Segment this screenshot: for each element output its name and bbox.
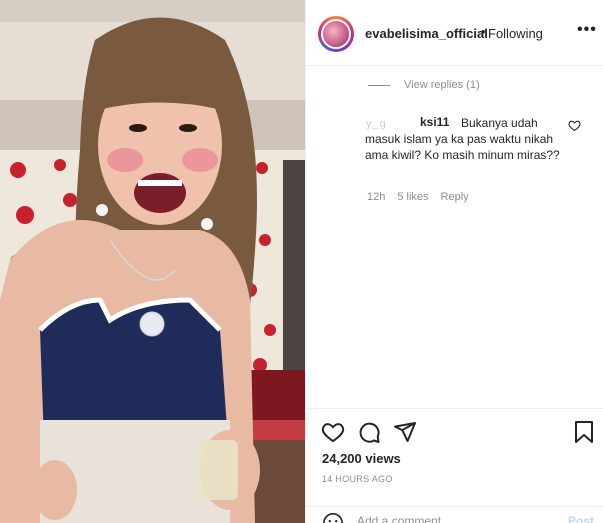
view-replies-button[interactable]: View replies (1) (368, 79, 480, 91)
more-options-icon[interactable]: ••• (577, 21, 597, 39)
heart-icon[interactable] (321, 420, 345, 444)
post-header: evabelisima_official • Following ••• (306, 0, 603, 66)
username-link[interactable]: evabelisima_official (365, 26, 488, 41)
separator-dot: • (481, 24, 486, 39)
avatar-image (321, 19, 351, 49)
send-icon[interactable] (393, 420, 417, 444)
comment-icon[interactable] (357, 420, 381, 444)
emoji-icon[interactable] (322, 512, 344, 523)
comment-meta: 12h 5 likes Reply (367, 191, 469, 203)
comment-text-body: Bukanya udah masuk islam ya ka pas waktu… (365, 116, 560, 162)
view-replies-label: View replies (1) (404, 79, 480, 91)
comment-time: 12h (367, 191, 386, 203)
following-button[interactable]: Following (488, 26, 543, 41)
profile-avatar[interactable] (318, 16, 354, 52)
video-frame (0, 0, 305, 523)
comment-like-heart-icon[interactable] (568, 119, 581, 132)
comment-username[interactable]: ksi11 (420, 115, 449, 129)
post-actions: 24,200 views 14 HOURS AGO Add a comment.… (306, 408, 603, 523)
post-details-panel: evabelisima_official • Following ••• Vie… (305, 0, 603, 523)
replies-divider (368, 84, 390, 86)
comment-reply-button[interactable]: Reply (441, 191, 469, 203)
comment-text: Bukanya udah masuk islam ya ka pas waktu… (365, 115, 565, 163)
view-count[interactable]: 24,200 views (322, 451, 401, 466)
post-button[interactable]: Post (568, 514, 594, 523)
comment-input[interactable]: Add a comment... (357, 514, 451, 523)
comments-list[interactable]: View replies (1) y_g Bukanya udah masuk … (306, 67, 603, 407)
comment-likes[interactable]: 5 likes (397, 191, 428, 203)
bookmark-icon[interactable] (573, 420, 595, 444)
post-timestamp[interactable]: 14 HOURS AGO (322, 474, 393, 484)
add-comment-bar: Add a comment... Post (306, 506, 603, 523)
post-video[interactable] (0, 0, 305, 523)
